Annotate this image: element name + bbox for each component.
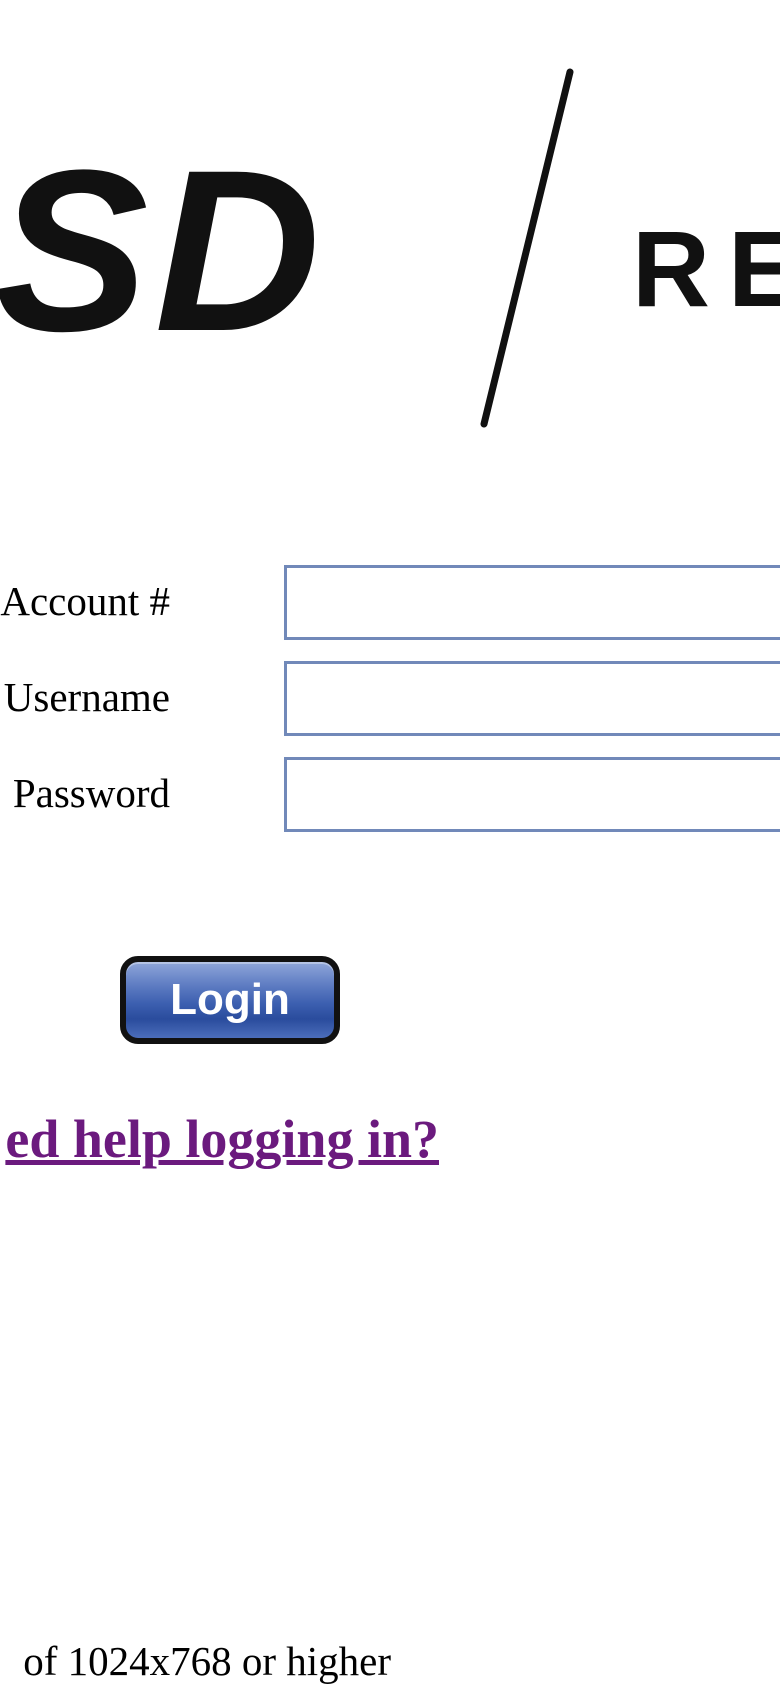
logo-tagline: RE — [632, 208, 780, 329]
company-logo: SD RE — [0, 68, 780, 428]
help-login-link[interactable]: ed help logging in? — [5, 1108, 439, 1170]
account-input[interactable] — [284, 565, 780, 640]
resolution-note: of 1024x768 or higher — [23, 1638, 391, 1684]
logo-divider — [480, 68, 574, 428]
account-label: Account # — [0, 578, 170, 624]
logo-wordmark: SD — [0, 122, 327, 379]
password-input[interactable] — [284, 757, 780, 832]
password-label: Password — [12, 770, 170, 816]
username-input[interactable] — [284, 661, 780, 736]
username-label: Username — [3, 674, 170, 720]
login-button[interactable]: Login — [120, 956, 340, 1044]
